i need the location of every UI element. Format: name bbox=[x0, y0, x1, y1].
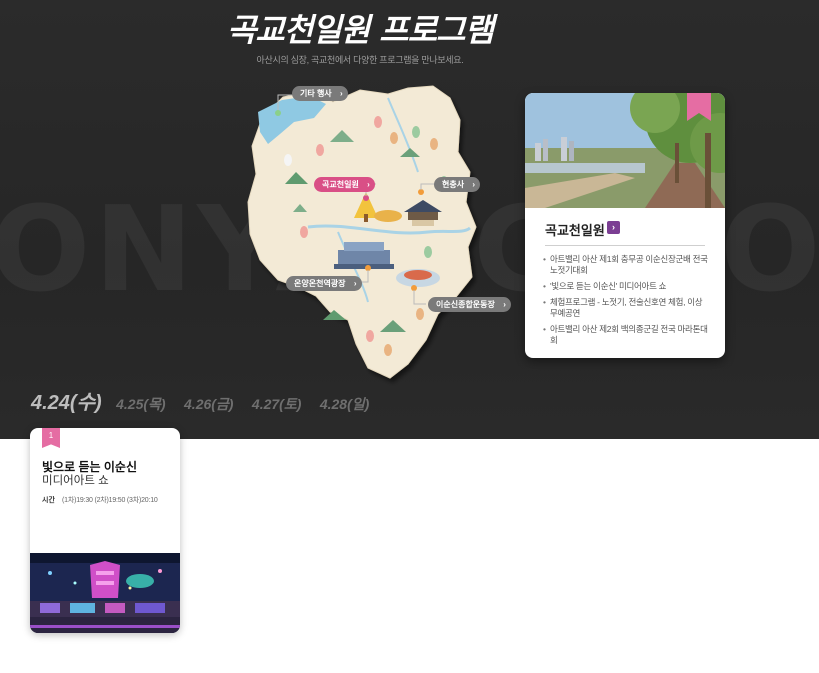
divider bbox=[545, 245, 705, 246]
date-tabs: 4.24(수) 4.25(목) 4.26(금) 4.27(토) 4.28(일) bbox=[31, 386, 383, 415]
map-pill-etc-label: 기타 행사 bbox=[300, 89, 332, 98]
map-pill-hyeonchungsa-label: 현충사 bbox=[442, 180, 465, 189]
map-pill-etc[interactable]: 기타 행사 › bbox=[292, 86, 348, 101]
location-detail-button[interactable]: › bbox=[607, 221, 620, 234]
map-illustration bbox=[247, 85, 477, 379]
map-pill-hyeonchungsa[interactable]: 현충사 › bbox=[434, 177, 481, 192]
event-time-label: 시간 bbox=[42, 497, 55, 504]
date-tab-0426[interactable]: 4.26(금) bbox=[184, 394, 233, 414]
map-pill-gokgyo-label: 곡교천일원 bbox=[322, 180, 359, 189]
chevron-right-icon: › bbox=[503, 300, 506, 309]
chevron-right-icon: › bbox=[340, 89, 343, 98]
map-pill-gokgyo[interactable]: 곡교천일원 › bbox=[314, 177, 375, 192]
chevron-right-icon: › bbox=[472, 180, 476, 189]
date-tab-0425[interactable]: 4.25(목) bbox=[116, 394, 165, 414]
program-list: 아트밸리 아산 제1회 충무공 이순신장군배 전국 노젓기대회 '빛으로 듣는 … bbox=[543, 254, 709, 351]
event-number-badge: 1 bbox=[42, 428, 60, 448]
event-card[interactable]: 1 빛으로 듣는 이순신 미디어아트 쇼 시간 (1차)19:30 (2차)19… bbox=[30, 428, 180, 633]
map-pill-onyang[interactable]: 온양온천역광장 › bbox=[286, 276, 362, 291]
event-photo bbox=[30, 553, 180, 633]
event-subtitle: 미디어아트 쇼 bbox=[42, 475, 109, 487]
program-item: '빛으로 듣는 이순신' 미디어아트 쇼 bbox=[543, 281, 709, 292]
date-tab-0424[interactable]: 4.24(수) bbox=[31, 386, 102, 415]
location-info-card: 곡교천일원 › 아트밸리 아산 제1회 충무공 이순신장군배 전국 노젓기대회 … bbox=[525, 93, 725, 358]
program-item: 아트밸리 아산 제1회 충무공 이순신장군배 전국 노젓기대회 bbox=[543, 254, 709, 276]
page-subtitle: 아산시의 심장, 곡교천에서 다양한 프로그램을 만나보세요. bbox=[256, 55, 464, 65]
program-item: 아트밸리 아산 제2회 백의종군길 전국 마라톤대회 bbox=[543, 324, 709, 346]
page-title: 곡교천일원 프로그램 bbox=[226, 11, 494, 49]
map-pill-stadium-label: 이순신종합운동장 bbox=[436, 300, 495, 309]
map-pill-onyang-label: 온양온천역광장 bbox=[294, 279, 346, 288]
location-title: 곡교천일원 bbox=[545, 223, 605, 238]
chevron-right-icon: › bbox=[367, 180, 370, 189]
hero-section: ONYANG GOKGYO 곡교천일원 프로그램 아산시의 심장, 곡교천에서 … bbox=[0, 0, 819, 439]
date-tab-0428[interactable]: 4.28(일) bbox=[320, 394, 369, 414]
event-time-value: (1차)19:30 (2차)19:50 (3차)20:10 bbox=[62, 497, 158, 504]
map-pill-stadium[interactable]: 이순신종합운동장 › bbox=[428, 297, 511, 312]
asan-map: 기타 행사 › 곡교천일원 › 현충사 › 온양온천역광장 › 이순신종합운동장… bbox=[238, 82, 513, 392]
date-tab-0427[interactable]: 4.27(토) bbox=[252, 394, 301, 414]
chevron-right-icon: › bbox=[353, 279, 357, 288]
program-item: 체험프로그램 - 노젓기, 전술신호연 체험, 이상무예공연 bbox=[543, 297, 709, 319]
